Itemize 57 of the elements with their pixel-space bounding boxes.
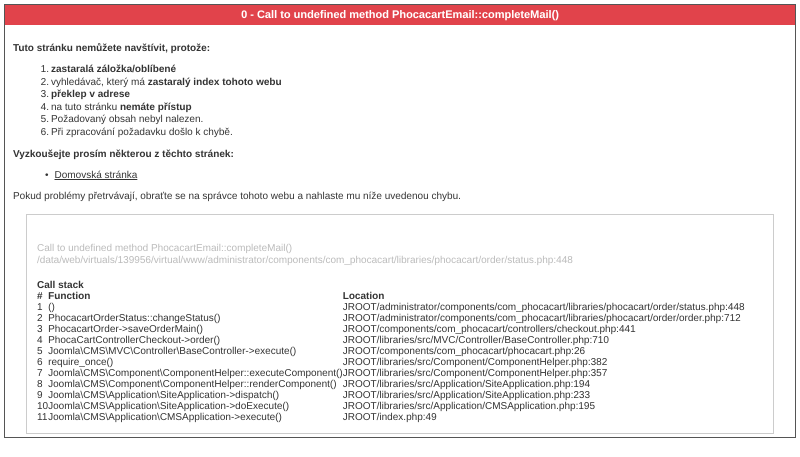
intro-text: Tuto stránku nemůžete navštívit, protože: bbox=[13, 43, 212, 54]
table-cell: require_once() bbox=[48, 357, 343, 368]
table-cell-text: JROOT/index.php:49 bbox=[342, 412, 438, 423]
table-cell-text: JROOT/libraries/src/Application/CMSApplication.php:195 bbox=[342, 401, 596, 412]
table-cell-text: 2 bbox=[37, 313, 44, 324]
table-cell: Joomla\CMS\MVC\Controller\BaseController->execute() bbox=[48, 346, 343, 357]
table-cell: 8 bbox=[37, 379, 48, 390]
table-cell: 10 bbox=[37, 401, 48, 412]
table-cell: Joomla\CMS\Application\SiteApplication->doExecute() bbox=[48, 401, 343, 412]
bullet: • bbox=[45, 170, 49, 181]
column-header: Location bbox=[342, 291, 386, 302]
suggestion-heading: Vyzkoušejte prosím některou z těchto stránek: bbox=[13, 149, 235, 160]
table-cell-text: JROOT/components/com_phocacart/phocacart.php:26 bbox=[342, 346, 586, 357]
list-number: 3. bbox=[40, 89, 49, 102]
table-cell-text: 3 bbox=[37, 324, 44, 335]
reason-text: Při zpracování požadavku došlo k chybě. bbox=[51, 126, 233, 138]
error-message: Call to undefined method PhocacartEmail::completeMail() bbox=[37, 243, 294, 255]
table-cell: 5 bbox=[37, 346, 48, 357]
column-header: Function bbox=[48, 291, 92, 302]
error-title: 0 - Call to undefined method PhocacartEmail::completeMail() bbox=[5, 5, 795, 25]
error-file-path: /data/web/virtuals/139956/virtual/www/administrator/components/com_phocacart/libraries/phocacart/order/status.php:448 bbox=[37, 255, 574, 267]
table-cell: 7 bbox=[37, 368, 48, 379]
table-cell-text: JROOT/components/com_phocacart/controllers/checkout.php:441 bbox=[342, 324, 637, 335]
table-cell-text: JROOT/administrator/components/com_phocacart/libraries/phocacart/order/order.php:712 bbox=[342, 313, 742, 324]
table-cell: Joomla\CMS\Application\SiteApplication->dispatch() bbox=[48, 390, 343, 401]
table-cell: Joomla\CMS\Component\ComponentHelper::executeComponent() bbox=[48, 368, 343, 379]
table-cell-text: JROOT/libraries/src/Component/ComponentHelper.php:357 bbox=[342, 368, 608, 379]
contact-text: Pokud problémy přetrvávají, obraťte se na správce tohoto webu a nahlaste mu níže uvedenou chybu. bbox=[13, 191, 462, 202]
table-cell-text: JROOT/libraries/src/MVC/Controller/BaseController.php:710 bbox=[342, 335, 610, 346]
call-stack-title: Call stack bbox=[37, 280, 85, 291]
table-cell: PhocaCartControllerCheckout->order() bbox=[48, 335, 343, 346]
column-header: # bbox=[37, 291, 44, 302]
reason-text: na tuto stránku nemáte přístup bbox=[51, 102, 192, 112]
table-cell-text: 11 bbox=[37, 412, 48, 423]
table-cell: () bbox=[48, 302, 343, 313]
table-cell-text: 1 bbox=[37, 302, 44, 313]
reason-text: Požadovaný obsah nebyl nalezen. bbox=[51, 114, 204, 125]
reason-text: překlep v adrese bbox=[51, 89, 130, 100]
table-cell: JROOT/administrator/components/com_phocacart/libraries/phocacart/order/status.php:448 bbox=[342, 302, 745, 313]
table-cell: 9 bbox=[37, 390, 48, 401]
table-cell: PhocacartOrder->saveOrderMain() bbox=[48, 324, 343, 335]
table-cell-text: JROOT/libraries/src/Application/SiteApplication.php:233 bbox=[342, 390, 592, 401]
table-cell-text: 4 bbox=[37, 335, 44, 346]
list-number: 1. bbox=[40, 64, 49, 76]
table-cell: Joomla\CMS\Application\CMSApplication->execute() bbox=[48, 412, 343, 423]
home-page-link[interactable]: Domovská stránka bbox=[54, 170, 138, 181]
table-cell-text: JROOT/libraries/src/Component/ComponentHelper.php:382 bbox=[342, 357, 608, 368]
table-cell: Joomla\CMS\Component\ComponentHelper::renderComponent() bbox=[48, 379, 343, 390]
list-number: 4. bbox=[40, 102, 49, 114]
table-cell-text: JROOT/libraries/src/Application/SiteApplication.php:194 bbox=[342, 379, 592, 390]
table-cell: PhocacartOrderStatus::changeStatus() bbox=[48, 313, 343, 324]
list-number: 6. bbox=[40, 126, 49, 139]
list-number: 2. bbox=[40, 76, 49, 89]
reason-text: vyhledávač, který má zastaralý index tohoto webu bbox=[51, 76, 282, 88]
table-cell-text: 6 bbox=[37, 357, 44, 368]
list-number: 5. bbox=[40, 114, 49, 126]
reason-text: zastaralá záložka/oblíbené bbox=[51, 64, 176, 75]
